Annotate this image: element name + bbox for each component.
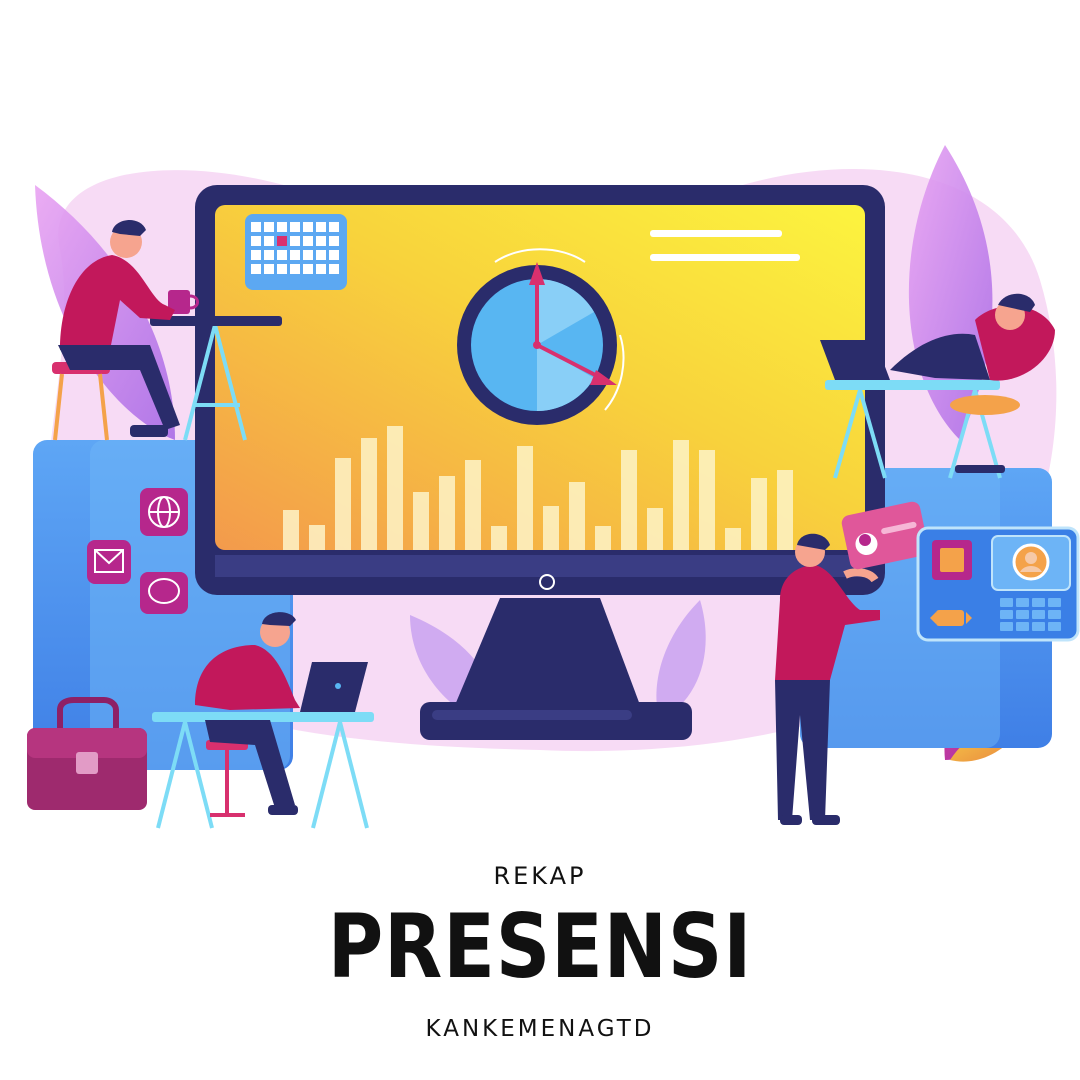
- keypad-key: [1048, 610, 1061, 619]
- screen-bar: [725, 528, 741, 550]
- calendar-cell: [290, 250, 300, 260]
- screen-bar: [595, 526, 611, 550]
- calendar-cell: [251, 236, 261, 246]
- calendar-cell: [329, 236, 339, 246]
- screen-bar: [517, 446, 533, 550]
- keypad-key: [1032, 622, 1045, 631]
- screen-bar: [621, 450, 637, 550]
- calendar-cell: [277, 222, 287, 232]
- keypad-key: [1016, 598, 1029, 607]
- calendar-cell: [264, 264, 274, 274]
- calendar-cell: [329, 250, 339, 260]
- calendar-cell: [277, 264, 287, 274]
- screen-bar: [751, 478, 767, 550]
- screen-bar: [699, 450, 715, 550]
- illustration: [27, 145, 1080, 829]
- keypad-key: [1048, 598, 1061, 607]
- keypad-key: [1032, 598, 1045, 607]
- calendar-cell: [251, 250, 261, 260]
- calendar-cell: [303, 264, 313, 274]
- calendar-cell: [316, 236, 326, 246]
- screen-bar: [387, 426, 403, 550]
- screen-bar: [283, 510, 299, 550]
- calendar-cell: [316, 250, 326, 260]
- monitor-base: [420, 702, 692, 740]
- screen-bar: [647, 508, 663, 550]
- calendar-cell: [290, 236, 300, 246]
- keypad-key: [1032, 610, 1045, 619]
- screen-bar: [439, 476, 455, 550]
- poster-tagline: KANKEMENAGTD: [425, 1016, 655, 1042]
- calendar-icon: [245, 214, 347, 290]
- calendar-cell: [277, 250, 287, 260]
- keypad-key: [1048, 622, 1061, 631]
- calendar-cell: [329, 264, 339, 274]
- dashboard-widget: [916, 526, 1080, 642]
- screen-bar: [361, 438, 377, 550]
- keypad-key: [1000, 610, 1013, 619]
- keypad-key: [1016, 610, 1029, 619]
- calendar-cell: [316, 264, 326, 274]
- screen-bar: [413, 492, 429, 550]
- screen-bar: [673, 440, 689, 550]
- calendar-cell: [264, 236, 274, 246]
- calendar-cell: [251, 264, 261, 274]
- calendar-cell: [303, 222, 313, 232]
- screen-bar: [465, 460, 481, 550]
- poster-kicker: REKAP: [493, 862, 587, 890]
- calendar-cell: [290, 222, 300, 232]
- calendar-cell: [264, 222, 274, 232]
- screen-bar: [491, 526, 507, 550]
- screen-bar: [543, 506, 559, 550]
- calendar-cell: [316, 222, 326, 232]
- keypad-key: [1016, 622, 1029, 631]
- calendar-cell: [303, 250, 313, 260]
- screen-bar: [335, 458, 351, 550]
- calendar-cell: [303, 236, 313, 246]
- poster-headline: PRESENSI: [327, 895, 753, 998]
- screen-bar: [309, 525, 325, 550]
- calendar-cell: [329, 222, 339, 232]
- calendar-cell: [290, 264, 300, 274]
- calendar-cell: [251, 222, 261, 232]
- keypad-key: [1000, 622, 1013, 631]
- calendar-cell: [264, 250, 274, 260]
- screen-bar: [569, 482, 585, 550]
- keypad-key: [1000, 598, 1013, 607]
- screen-bar: [777, 470, 793, 550]
- calendar-cell: [277, 236, 287, 246]
